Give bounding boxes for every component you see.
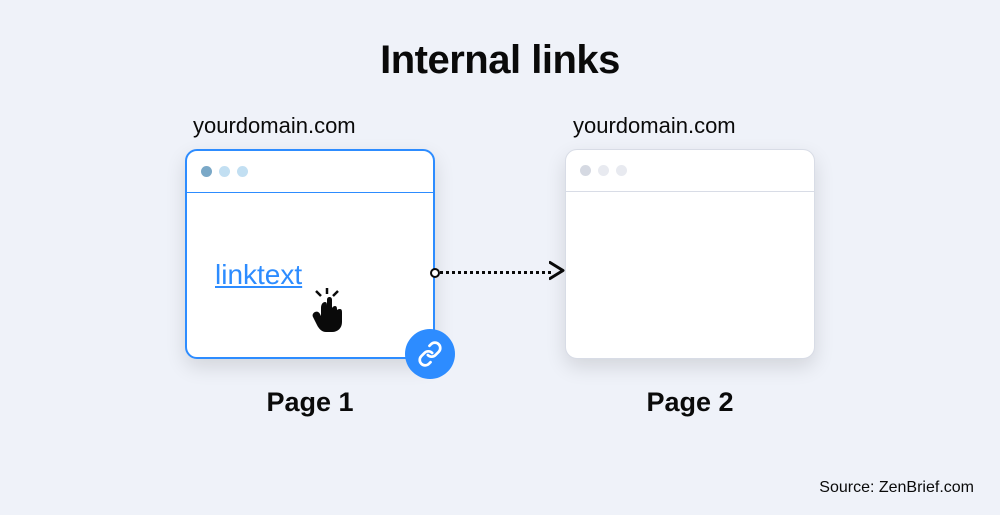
connector-dotted-line <box>440 271 551 274</box>
diagram-container: yourdomain.com linktext <box>0 113 1000 418</box>
window-dot-icon <box>219 166 230 177</box>
page2-label: Page 2 <box>646 387 733 418</box>
page2-domain-label: yourdomain.com <box>573 113 736 139</box>
diagram-title: Internal links <box>0 0 1000 83</box>
source-attribution: Source: ZenBrief.com <box>819 479 974 497</box>
link-badge-icon <box>405 329 455 379</box>
internal-link[interactable]: linktext <box>215 259 302 291</box>
page1-domain-label: yourdomain.com <box>193 113 356 139</box>
connector-arrow <box>435 263 565 283</box>
browser-window-page1: linktext <box>185 149 435 359</box>
window-dot-icon <box>201 166 212 177</box>
connector-start-dot-icon <box>430 268 440 278</box>
browser-header-page2 <box>566 150 814 192</box>
window-dot-icon <box>237 166 248 177</box>
page2-group: yourdomain.com Page 2 <box>565 113 815 418</box>
page1-group: yourdomain.com linktext <box>185 113 435 418</box>
browser-body-page1: linktext <box>187 193 433 357</box>
window-dot-icon <box>580 165 591 176</box>
browser-window-page2 <box>565 149 815 359</box>
window-dot-icon <box>598 165 609 176</box>
browser-header-page1 <box>187 151 433 193</box>
pointer-cursor-icon <box>307 288 347 333</box>
browser-body-page2 <box>566 192 814 358</box>
page1-label: Page 1 <box>266 387 353 418</box>
window-dot-icon <box>616 165 627 176</box>
